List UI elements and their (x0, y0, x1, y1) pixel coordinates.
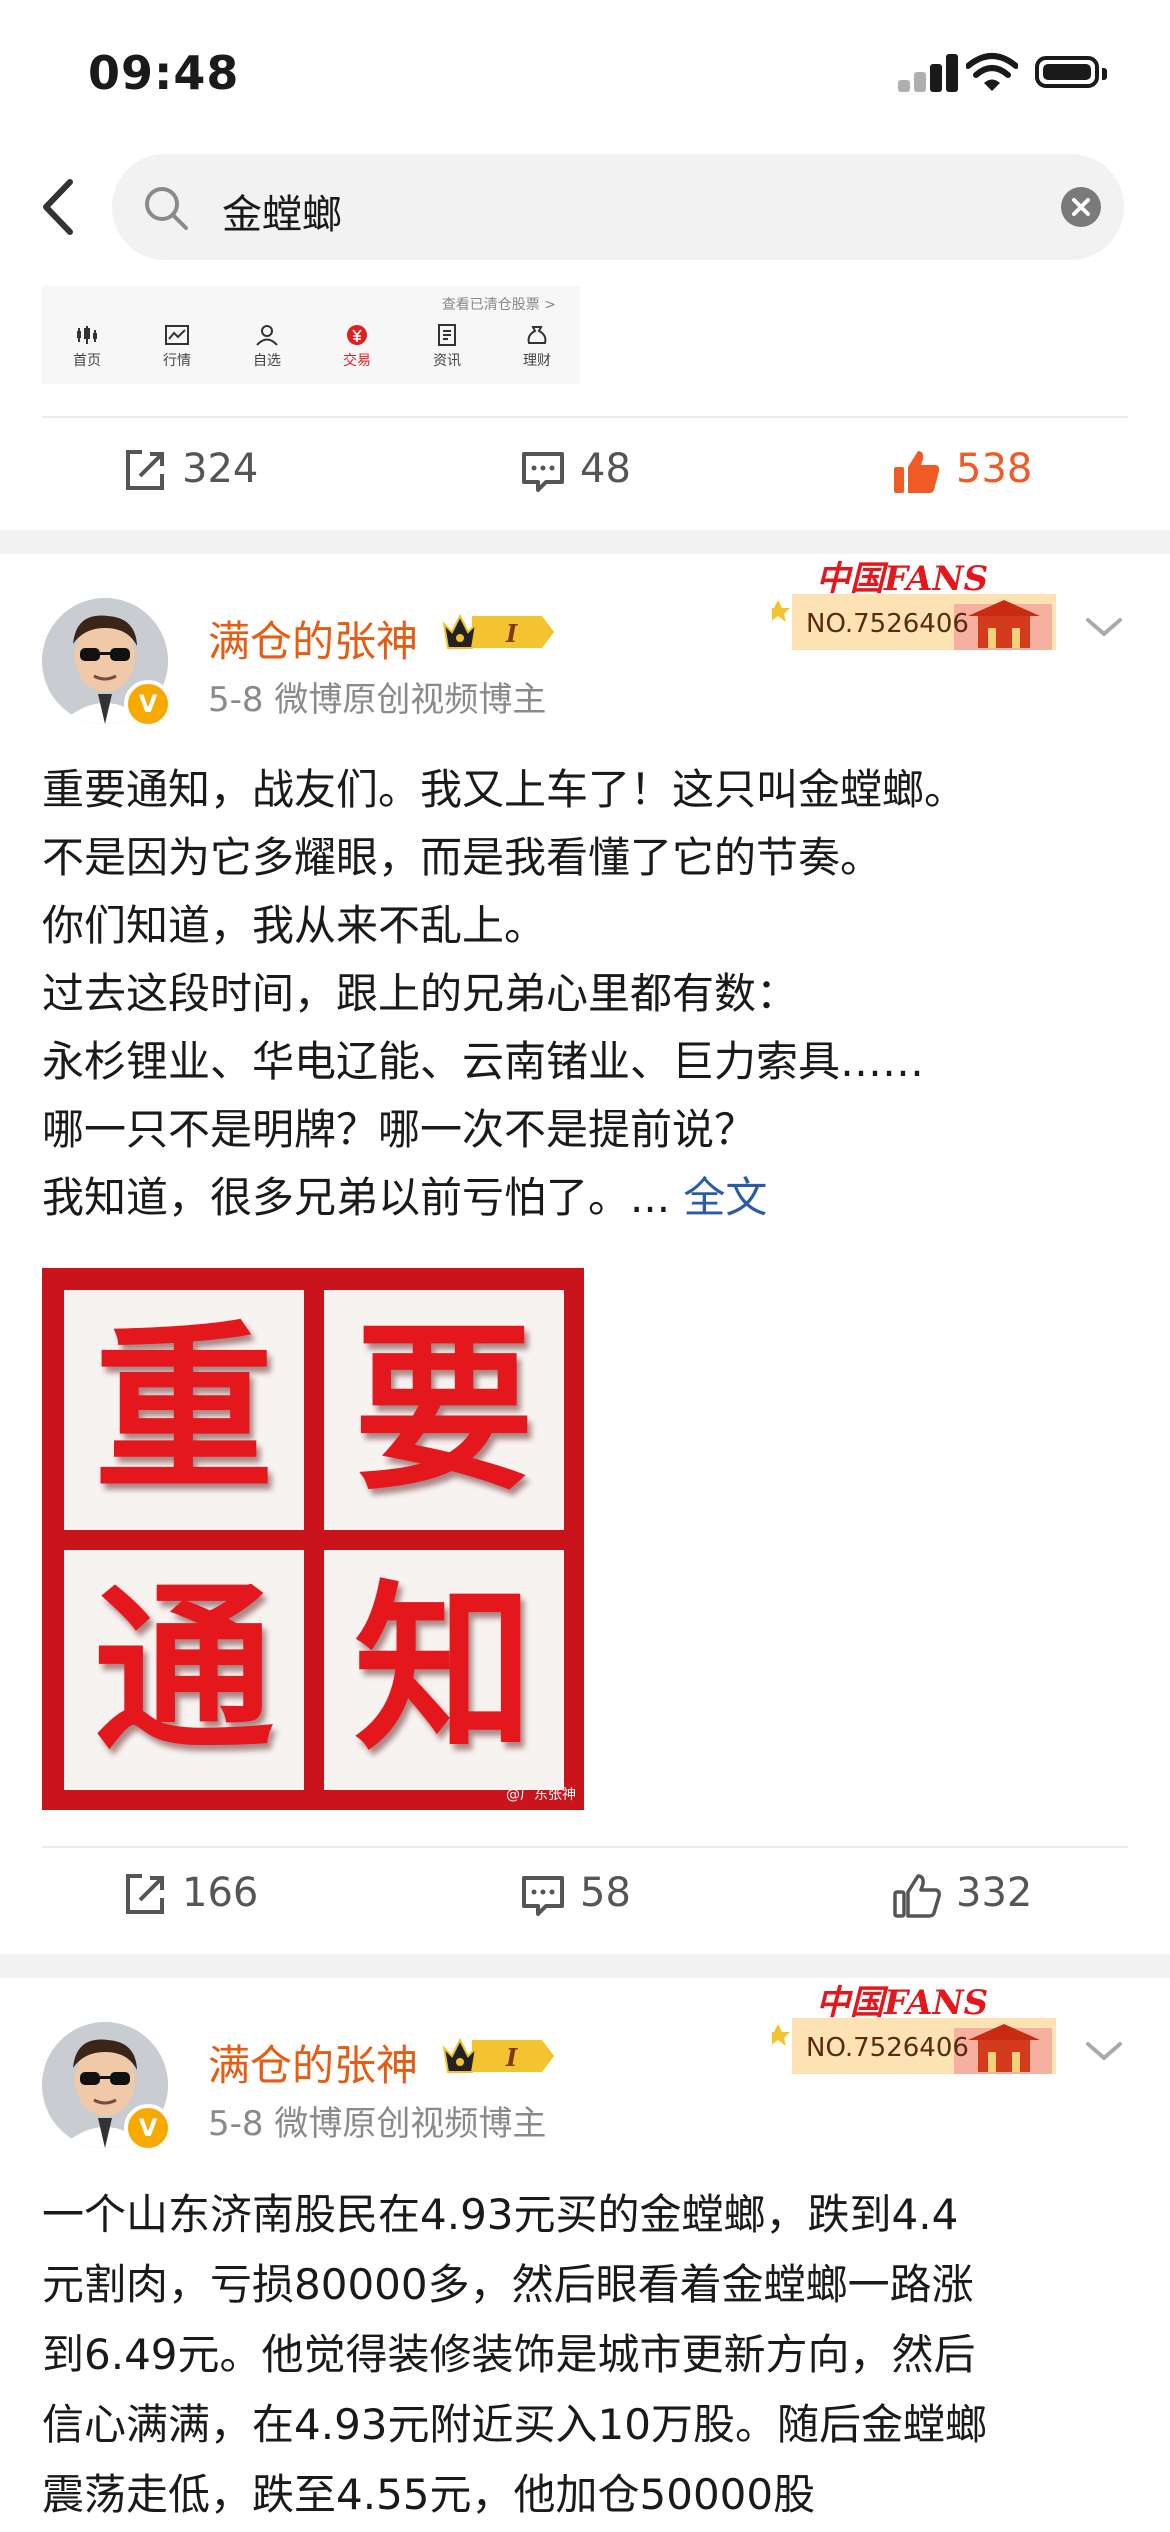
chevron-down-icon[interactable] (1084, 2036, 1124, 2066)
comment-button[interactable]: 58 (520, 1870, 631, 1918)
repost-button[interactable]: 324 (122, 446, 258, 494)
svg-text:NO.7526406: NO.7526406 (806, 609, 969, 639)
image-char: 重 (93, 1304, 274, 1515)
status-time: 09:48 (88, 46, 240, 100)
repost-icon (126, 450, 164, 490)
read-more-link[interactable]: 全文 (683, 1173, 767, 1222)
like-button[interactable]: 332 (892, 1870, 1032, 1919)
post-meta: 5-8 微博原创视频博主 (208, 680, 547, 720)
search-icon (145, 187, 188, 230)
repost-button[interactable]: 166 (122, 1870, 258, 1918)
post-meta: 5-8 微博原创视频博主 (208, 2104, 547, 2144)
battery-icon (1035, 56, 1107, 88)
fans-badge: 中国FANS NO.7526406 (766, 1974, 1068, 2084)
svg-text:I: I (505, 619, 518, 648)
image-char: 知 (353, 1564, 534, 1775)
yuan-icon (347, 325, 367, 345)
divider (42, 416, 1128, 418)
crown-level-icon: I (442, 2037, 554, 2073)
search-input[interactable]: 金螳螂 (222, 182, 342, 240)
post-text: 重要通知，战友们。我又上车了！这只叫金螳螂。 不是因为它多耀眼，而是我看懂了它的节… (42, 765, 967, 1222)
verified-badge-icon: V (124, 680, 172, 728)
image-char: 要 (353, 1304, 534, 1515)
clear-icon[interactable] (1060, 186, 1102, 228)
divider (42, 1846, 1128, 1848)
chevron-down-icon[interactable] (1084, 612, 1124, 642)
post-image[interactable]: 重 要 通 知 @广东张神 (42, 1268, 584, 1810)
chart-icon (165, 325, 189, 345)
svg-text:中国FANS: 中国FANS (816, 1983, 988, 2023)
comment-icon (522, 452, 564, 492)
like-button[interactable]: 538 (892, 446, 1032, 495)
image-watermark: @广东张神 (506, 1787, 576, 1803)
thumbs-up-filled-icon (894, 451, 940, 493)
svg-text:I: I (505, 2043, 518, 2072)
back-arrow-icon[interactable] (30, 172, 90, 242)
cellular-signal-icon (898, 54, 960, 92)
tab-finance: 理财 (502, 324, 572, 370)
author-name[interactable]: 满仓的张神 (208, 2032, 418, 2093)
app-screenshot-fragment: 查看已清仓股票 > 首页 行情 自选 交易 资讯 理财 (42, 286, 580, 384)
fans-badge: 中国FANS NO.7526406 (766, 550, 1068, 660)
verified-badge-icon: V (124, 2104, 172, 2152)
author-name[interactable]: 满仓的张神 (208, 608, 418, 669)
thumbs-up-icon (893, 1874, 941, 1918)
comment-icon (522, 1876, 564, 1916)
comment-button[interactable]: 48 (520, 446, 631, 494)
tab-home: 首页 (52, 324, 122, 370)
repost-icon (126, 1874, 164, 1914)
strip-note: 查看已清仓股票 > (441, 297, 556, 313)
tab-market: 行情 (142, 324, 212, 370)
money-bag-icon (527, 326, 547, 344)
tab-news: 资讯 (412, 324, 482, 370)
image-char: 通 (93, 1564, 274, 1775)
document-icon (438, 324, 456, 346)
wifi-icon (966, 53, 1018, 91)
candlestick-icon (77, 326, 97, 344)
svg-text:中国FANS: 中国FANS (816, 559, 988, 599)
crown-level-icon: I (442, 613, 554, 649)
tab-watchlist: 自选 (232, 324, 302, 370)
tab-trade: 交易 (322, 324, 392, 370)
post-text: 一个山东济南股民在4.93元买的金螳螂，跌到4.4 元割肉，亏损80000多，然后… (42, 2190, 987, 2519)
svg-text:NO.7526406: NO.7526406 (806, 2033, 969, 2063)
user-icon (256, 325, 278, 346)
